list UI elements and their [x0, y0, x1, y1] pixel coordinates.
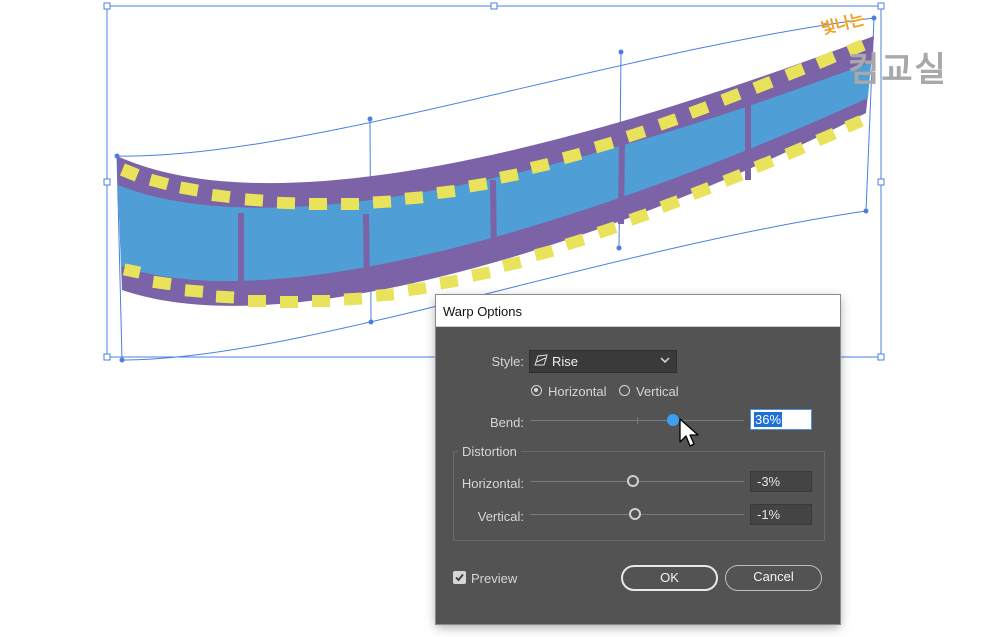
bend-label: Bend:: [490, 415, 524, 430]
bend-value-input[interactable]: 36%: [750, 409, 812, 430]
preview-label[interactable]: Preview: [471, 571, 517, 586]
chevron-down-icon: [659, 353, 671, 370]
ok-button[interactable]: OK: [621, 565, 718, 591]
cancel-button[interactable]: Cancel: [725, 565, 822, 591]
distortion-horizontal-knob[interactable]: [627, 475, 639, 487]
mouse-pointer-icon: [679, 418, 701, 455]
preview-checkbox[interactable]: [453, 571, 466, 584]
radio-vertical[interactable]: [619, 385, 630, 396]
distortion-group-title: Distortion: [458, 444, 521, 459]
warp-options-dialog: Warp Options Style: Rise Horizontal Vert…: [436, 295, 840, 624]
distortion-horizontal-input[interactable]: -3%: [750, 471, 812, 492]
radio-horizontal[interactable]: [531, 385, 542, 396]
bend-slider-knob[interactable]: [667, 414, 679, 426]
dialog-title: Warp Options: [443, 304, 522, 319]
watermark-logo: 빛나는 컴교실: [818, 9, 988, 90]
dialog-titlebar[interactable]: Warp Options: [436, 295, 840, 327]
radio-horizontal-label[interactable]: Horizontal: [548, 384, 607, 399]
distortion-horizontal-value: -3%: [757, 474, 781, 489]
bend-value-text: 36%: [754, 412, 783, 427]
checkmark-icon: [455, 573, 464, 582]
distortion-vertical-label: Vertical:: [477, 509, 524, 524]
style-dropdown[interactable]: Rise: [529, 350, 677, 373]
watermark-main-text: 컴교실: [848, 50, 948, 90]
film-strip[interactable]: [117, 36, 874, 308]
bend-slider-center-tick: [637, 417, 638, 424]
distortion-vertical-value: -1%: [757, 507, 781, 522]
distortion-vertical-knob[interactable]: [629, 508, 641, 520]
radio-vertical-label[interactable]: Vertical: [636, 384, 679, 399]
distortion-group: [453, 451, 825, 541]
warp-style-icon: [534, 354, 548, 370]
style-label: Style:: [491, 354, 524, 369]
distortion-horizontal-label: Horizontal:: [461, 476, 524, 491]
distortion-vertical-input[interactable]: -1%: [750, 504, 812, 525]
style-value: Rise: [552, 354, 579, 369]
